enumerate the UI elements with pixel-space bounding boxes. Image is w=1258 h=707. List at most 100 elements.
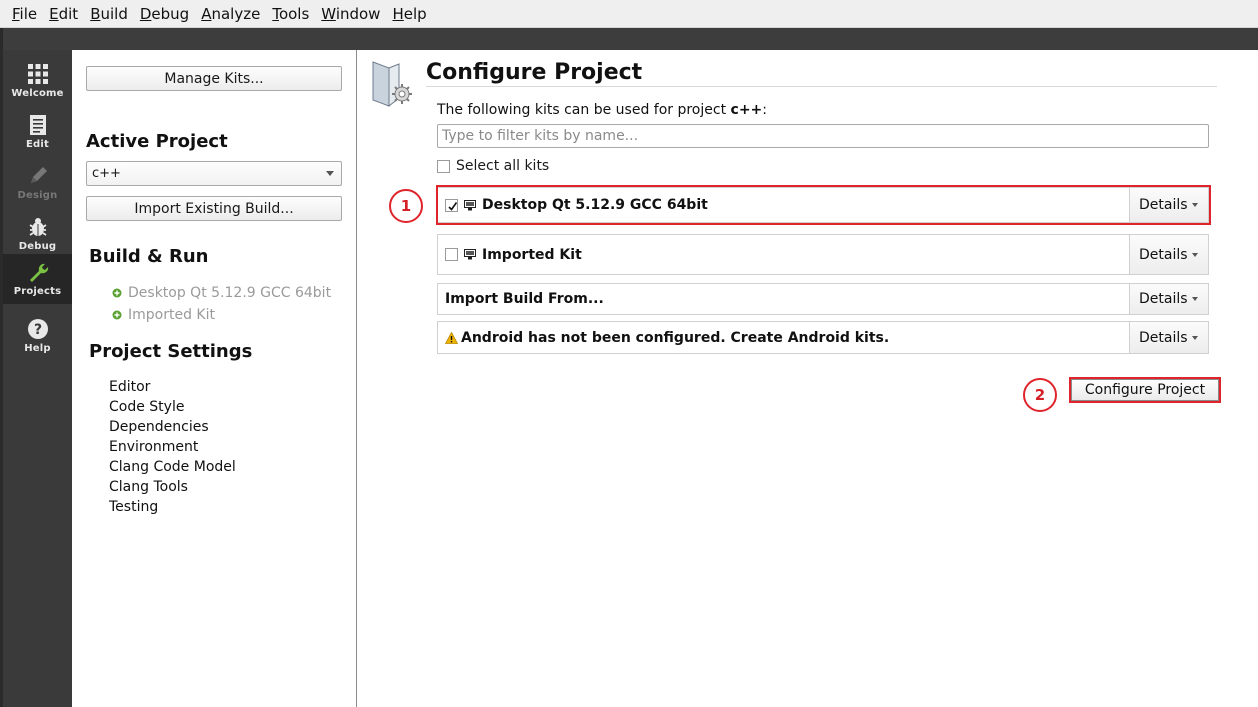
kit-add-icon xyxy=(112,288,122,298)
highlight-box-kit xyxy=(436,185,1211,225)
import-build-from-name: Import Build From... xyxy=(445,284,604,314)
menu-tools-mnemonic: T xyxy=(272,4,279,23)
kit-imported-checkbox[interactable] xyxy=(445,248,458,261)
settings-item-dependencies[interactable]: Dependencies xyxy=(109,419,209,435)
menu-help-label: elp xyxy=(403,4,427,23)
details-label: Details xyxy=(1139,329,1188,346)
kit-imported-details-button[interactable]: Details xyxy=(1129,235,1208,274)
active-project-combobox[interactable]: c++ xyxy=(86,161,342,186)
chevron-down-icon xyxy=(1192,252,1198,257)
toolbar-strip xyxy=(0,28,1258,50)
project-settings-heading: Project Settings xyxy=(89,341,253,362)
mode-projects[interactable]: Projects xyxy=(3,254,72,304)
kit-imported-label: Imported Kit xyxy=(482,246,582,263)
settings-item-environment[interactable]: Environment xyxy=(109,439,198,455)
menu-file-label: ile xyxy=(19,4,38,23)
select-all-kits[interactable]: Select all kits xyxy=(437,158,549,174)
chevron-down-icon xyxy=(326,171,334,176)
grid-icon xyxy=(27,64,48,84)
settings-item-clang-tools[interactable]: Clang Tools xyxy=(109,479,188,495)
menu-window-label: indow xyxy=(335,4,381,23)
select-all-label: Select all kits xyxy=(456,158,550,174)
android-warning-row[interactable]: Android has not been configured. Create … xyxy=(437,321,1209,354)
settings-item-editor[interactable]: Editor xyxy=(109,379,150,395)
pencil-icon xyxy=(30,167,47,183)
callout-2: 2 xyxy=(1023,378,1057,412)
import-existing-build-button[interactable]: Import Existing Build... xyxy=(86,196,342,221)
highlight-box-configure xyxy=(1069,377,1221,403)
title-divider xyxy=(426,86,1217,87)
kit-row-imported[interactable]: Imported Kit Details xyxy=(437,234,1209,275)
settings-item-code-style[interactable]: Code Style xyxy=(109,399,184,415)
project-folder-gear-icon xyxy=(372,61,412,108)
menu-analyze-mnemonic: A xyxy=(201,4,212,23)
project-name: c++ xyxy=(730,102,763,118)
kits-description: The following kits can be used for proje… xyxy=(437,102,767,118)
kit-add-icon xyxy=(112,310,122,320)
nav-kit-imported[interactable]: Imported Kit xyxy=(112,307,215,323)
import-build-from-row[interactable]: Import Build From... Details xyxy=(437,283,1209,315)
mode-welcome-label: Welcome xyxy=(11,88,64,99)
monitor-icon xyxy=(464,249,476,260)
menu-build-label: uild xyxy=(100,4,128,23)
configure-project-page: Configure Project The following kits can… xyxy=(358,50,1258,707)
mode-help-label: Help xyxy=(24,343,51,354)
chevron-down-icon xyxy=(1192,335,1198,340)
callout-1: 1 xyxy=(389,189,423,223)
menu-build-mnemonic: B xyxy=(90,4,101,23)
active-project-value: c++ xyxy=(92,166,121,181)
nav-kit-desktop-label: Desktop Qt 5.12.9 GCC 64bit xyxy=(128,285,332,301)
nav-kit-desktop[interactable]: Desktop Qt 5.12.9 GCC 64bit xyxy=(112,285,331,301)
settings-item-clang-code-model[interactable]: Clang Code Model xyxy=(109,459,236,475)
select-all-checkbox[interactable] xyxy=(437,159,450,173)
android-details-button[interactable]: Details xyxy=(1129,322,1208,353)
menu-help[interactable]: Help xyxy=(384,5,430,23)
wrench-icon xyxy=(29,263,48,282)
build-run-heading: Build & Run xyxy=(89,246,209,267)
mode-design-label: Design xyxy=(17,190,58,201)
menu-bar: File Edit Build Debug Analyze Tools Wind… xyxy=(0,0,1258,28)
kit-filter-input[interactable] xyxy=(437,124,1209,148)
mode-projects-label: Projects xyxy=(13,286,62,297)
nav-kit-imported-label: Imported Kit xyxy=(128,307,215,323)
active-project-heading: Active Project xyxy=(86,131,228,152)
description-prefix: The following kits can be used for proje… xyxy=(437,102,731,118)
android-warning-label: Android has not been configured. Create … xyxy=(461,329,890,346)
menu-tools-label: ools xyxy=(278,4,310,23)
import-build-details-button[interactable]: Details xyxy=(1129,284,1208,314)
android-warning-name: Android has not been configured. Create … xyxy=(445,322,889,353)
mode-debug[interactable]: Debug xyxy=(3,209,72,259)
menu-window[interactable]: Window xyxy=(313,5,384,23)
help-icon: ? xyxy=(27,319,48,339)
page-title: Configure Project xyxy=(426,60,643,85)
menu-edit[interactable]: Edit xyxy=(41,5,82,23)
menu-file-mnemonic: F xyxy=(12,4,20,23)
menu-tools[interactable]: Tools xyxy=(264,5,313,23)
menu-edit-mnemonic: E xyxy=(49,4,59,23)
menu-analyze[interactable]: Analyze xyxy=(193,5,264,23)
menu-debug-mnemonic: D xyxy=(139,4,152,23)
manage-kits-button[interactable]: Manage Kits... xyxy=(86,66,342,91)
menu-analyze-label: nalyze xyxy=(211,4,261,23)
warning-icon xyxy=(445,331,458,344)
bug-icon xyxy=(29,218,46,236)
menu-window-mnemonic: W xyxy=(321,4,336,23)
settings-item-testing[interactable]: Testing xyxy=(109,499,158,515)
chevron-down-icon xyxy=(1192,297,1198,301)
mode-welcome[interactable]: Welcome xyxy=(3,56,72,106)
mode-edit-label: Edit xyxy=(26,139,49,150)
description-suffix: : xyxy=(762,102,767,118)
details-label: Details xyxy=(1139,291,1188,307)
menu-file[interactable]: File xyxy=(4,5,41,23)
projects-navigation-panel: Manage Kits... Active Project c++ Import… xyxy=(72,50,357,707)
menu-debug-label: ebug xyxy=(151,4,190,23)
mode-edit[interactable]: Edit xyxy=(3,107,72,157)
menu-debug[interactable]: Debug xyxy=(132,5,193,23)
mode-debug-label: Debug xyxy=(18,241,57,252)
mode-help[interactable]: ? Help xyxy=(3,311,72,361)
menu-build[interactable]: Build xyxy=(82,5,132,23)
menu-help-mnemonic: H xyxy=(392,4,404,23)
mode-bar: Welcome Edit Design Debug Projects ? Hel… xyxy=(0,50,72,707)
svg-text:?: ? xyxy=(33,322,41,338)
document-icon xyxy=(29,115,46,135)
